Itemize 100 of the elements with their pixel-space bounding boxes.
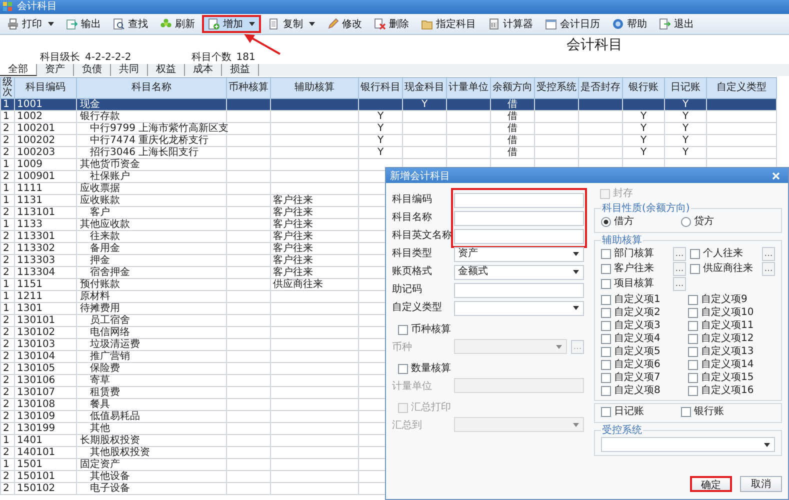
dropdown-field[interactable]: 金额式 [454, 264, 584, 280]
table-row[interactable]: 2 100201 中行9799 上海市紫竹高新区支 Y 借 Y Y [0, 122, 776, 134]
table-cell: 固定资产 [76, 458, 226, 470]
checkbox[interactable] [601, 264, 611, 274]
input-field[interactable] [454, 192, 584, 208]
checkbox[interactable] [601, 347, 611, 357]
table-row[interactable]: 1 1001 现金 Y 借 Y [0, 98, 776, 110]
checkbox[interactable] [601, 279, 611, 289]
column-header[interactable]: 受控系统 [534, 78, 578, 98]
tab[interactable]: 资产 [37, 64, 74, 76]
checkbox[interactable] [398, 325, 408, 335]
checkbox[interactable] [601, 386, 611, 396]
field-label: 助记码 [392, 282, 423, 297]
browse-button[interactable]: ... [673, 262, 686, 276]
column-header[interactable]: 级次 [0, 78, 14, 98]
toolbar-button[interactable]: 会计日历 [540, 15, 605, 33]
tab[interactable]: 成本 [185, 64, 222, 76]
toolbar-button[interactable]: 指定科目 [416, 15, 481, 33]
checkbox[interactable] [601, 373, 611, 383]
browse-button[interactable]: ... [673, 277, 686, 291]
table-cell: 应收票据 [76, 182, 226, 194]
field-label: 币种 [392, 340, 413, 354]
dialog-button[interactable]: 确定 [690, 476, 732, 492]
toolbar-button[interactable]: 增加 [202, 15, 261, 33]
table-cell: 130199 [14, 422, 76, 434]
table-cell: 100202 [14, 134, 76, 146]
table-row[interactable]: 2 100202 中行7474 重庆化龙桥支行 Y 借 Y Y [0, 134, 776, 146]
checkbox[interactable] [601, 321, 611, 331]
column-header[interactable]: 科目名称 [76, 78, 226, 98]
input-field[interactable] [454, 282, 584, 298]
table-cell: 140101 [14, 446, 76, 458]
input-field[interactable] [454, 210, 584, 226]
column-header[interactable]: 科目编码 [14, 78, 76, 98]
toolbar-button[interactable]: 帮助 [607, 15, 652, 33]
close-icon[interactable] [772, 172, 780, 180]
toolbar-button[interactable]: 复制 [263, 15, 320, 33]
checkbox[interactable] [688, 308, 698, 318]
checkbox[interactable] [601, 334, 611, 344]
checkbox[interactable] [398, 364, 408, 374]
toolbar-button[interactable]: 退出 [654, 15, 699, 33]
dropdown-field[interactable] [601, 437, 775, 452]
tab[interactable]: 共同 [111, 64, 148, 76]
browse-button[interactable]: ... [673, 247, 686, 261]
column-header[interactable]: 币种核算 [226, 78, 270, 98]
checkbox[interactable] [688, 386, 698, 396]
toolbar-button[interactable]: 删除 [369, 15, 414, 33]
toolbar-button[interactable]: 查找 [108, 15, 153, 33]
table-cell: 应收账款 [76, 194, 226, 206]
table-cell: 113303 [14, 254, 76, 266]
checkbox[interactable] [688, 334, 698, 344]
dropdown-field[interactable] [454, 300, 584, 316]
column-header[interactable]: 日记账 [664, 78, 706, 98]
tab[interactable]: 权益 [148, 64, 185, 76]
table-row[interactable]: 1 1002 银行存款 Y 借 Y Y [0, 110, 776, 122]
column-header[interactable]: 自定义类型 [706, 78, 776, 98]
tab[interactable]: 损益 [222, 64, 259, 76]
toolbar-button[interactable]: 修改 [322, 15, 367, 33]
tab[interactable]: 负债 [74, 64, 111, 76]
checkbox[interactable] [601, 249, 611, 259]
checkbox[interactable] [688, 295, 698, 305]
table-cell: 2 [0, 422, 14, 434]
browse-button[interactable]: ... [762, 247, 775, 261]
checkbox[interactable] [601, 308, 611, 318]
column-header[interactable]: 余额方向 [490, 78, 534, 98]
column-header[interactable]: 是否封存 [578, 78, 622, 98]
checkbox[interactable] [601, 407, 611, 417]
tab[interactable]: 全部 [0, 64, 37, 76]
table-cell: 备用金 [76, 242, 226, 254]
dialog-button[interactable]: 取消 [740, 476, 782, 492]
table-cell: 130101 [14, 314, 76, 326]
column-header[interactable]: 银行科目 [358, 78, 402, 98]
table-cell: 预付账款 [76, 278, 226, 290]
table-cell: Y [664, 110, 706, 122]
input-field[interactable] [454, 228, 584, 244]
checkbox[interactable] [688, 321, 698, 331]
browse-button[interactable]: ... [762, 262, 775, 276]
table-cell: 2 [0, 146, 14, 158]
checkbox[interactable] [688, 347, 698, 357]
column-header[interactable]: 计量单位 [446, 78, 490, 98]
column-header[interactable]: 现金科目 [402, 78, 446, 98]
checkbox[interactable] [681, 407, 691, 417]
toolbar-button[interactable]: 计算器 [483, 15, 538, 33]
column-header[interactable]: 辅助核算 [270, 78, 358, 98]
checkbox[interactable] [690, 264, 700, 274]
table-row[interactable]: 2 100203 招行3046 上海长阳支行 Y 借 Y Y [0, 146, 776, 158]
column-header[interactable]: 银行账 [622, 78, 664, 98]
toolbar-button[interactable]: 刷新 [155, 15, 200, 33]
table-cell: 2 [0, 374, 14, 386]
table-cell: 待摊费用 [76, 302, 226, 314]
toolbar-button[interactable]: 输出 [61, 15, 106, 33]
checkbox[interactable] [688, 360, 698, 370]
checkbox[interactable] [690, 249, 700, 259]
dropdown-field[interactable]: 资产 [454, 246, 584, 262]
toolbar-button[interactable]: 打印 [2, 15, 59, 33]
checkbox[interactable] [601, 295, 611, 305]
table-cell: 130108 [14, 398, 76, 410]
checkbox[interactable] [601, 360, 611, 370]
checkbox[interactable] [688, 373, 698, 383]
radio-button[interactable] [681, 217, 691, 227]
radio-button[interactable] [601, 217, 611, 227]
